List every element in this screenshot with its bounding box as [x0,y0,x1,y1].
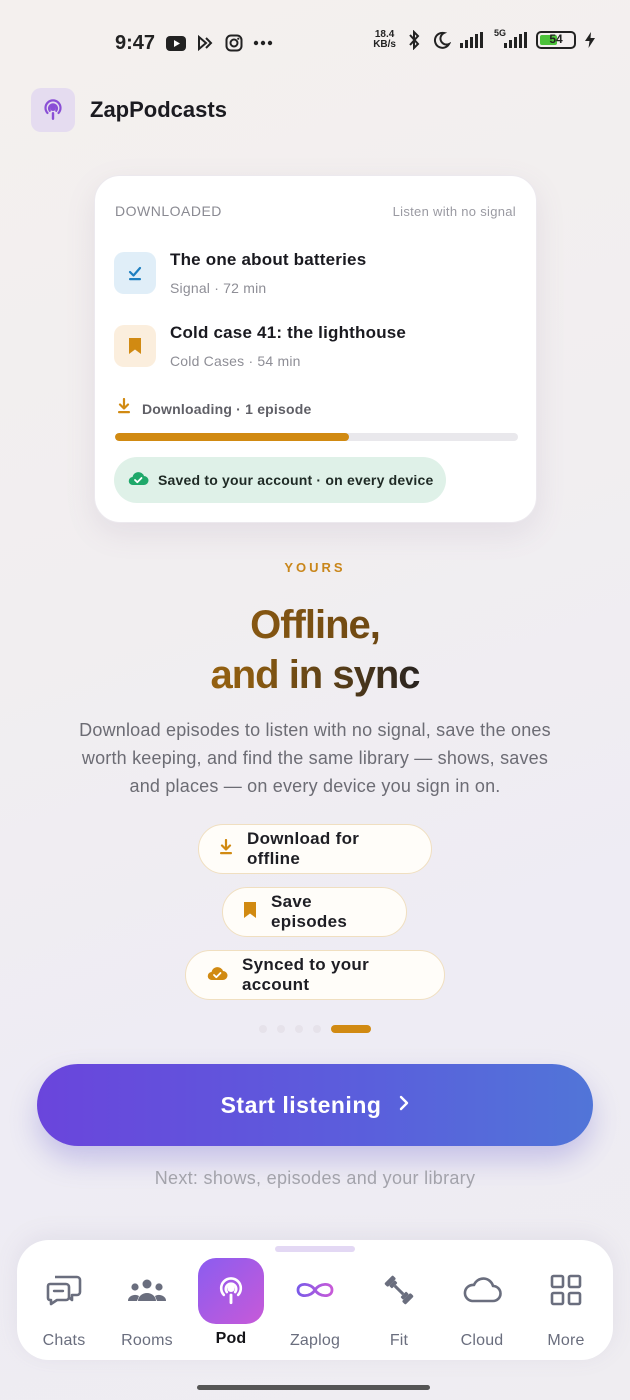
podcast-icon [198,1258,264,1324]
page-dot[interactable] [259,1025,267,1033]
episode-title: Cold case 41: the lighthouse [170,323,407,342]
episode-item: The one about batteries Signal · 72 min [114,250,366,296]
chip-label: Download for offline [247,829,360,868]
bookmark-icon [243,901,257,924]
chip-label: Save episodes [271,892,348,931]
battery-icon: 54 [536,31,576,49]
downloads-preview-card: DOWNLOADED Listen with no signal The one… [94,175,537,523]
status-app-icons [166,33,273,53]
page-dot[interactable] [277,1025,285,1033]
bottom-navigation: Chats Rooms Pod Zaplog Fit Cloud More [17,1240,613,1360]
app-header: ZapPodcasts [31,88,227,132]
speed-unit: KB/s [373,39,396,50]
cloud-check-icon [206,965,228,986]
start-listening-label: Start listening [220,1091,382,1118]
headline: Offline, and in sync [0,600,630,700]
bookmark-icon [114,325,156,367]
nav-item-more[interactable]: More [524,1260,608,1350]
people-icon [117,1260,177,1320]
status-time: 9:47 [115,32,156,54]
nav-label: Zaplog [289,1332,341,1349]
page-indicator [0,1025,630,1033]
status-system-icons: 18.4 KB/s 5G 54 [373,28,596,50]
feature-chip-save: Save episodes [222,887,407,937]
battery-level: 54 [549,32,563,46]
card-label: DOWNLOADED [115,203,222,219]
page-dot[interactable] [313,1025,321,1033]
gesture-bar [197,1385,430,1390]
signal-icon [460,30,486,50]
status-bar: 9:47 18.4 KB/s 5G 54 [0,0,630,88]
feature-chip-sync: Synced to your account [185,950,445,1000]
card-sublabel: Listen with no signal [392,203,516,219]
nav-item-cloud[interactable]: Cloud [440,1260,524,1350]
nav-label: More [547,1332,585,1349]
instagram-icon [224,33,244,53]
headline-line-2: and in sync [0,650,630,700]
download-status: Downloading · 1 episode [117,397,312,419]
nav-label: Pod [215,1330,247,1347]
more-dots-icon [253,33,273,53]
cloud-icon [452,1260,512,1320]
chevron-right-icon [399,1095,409,1116]
description: Download episodes to listen with no sign… [79,720,551,796]
moon-icon [432,30,452,50]
nav-item-zaplog[interactable]: Zaplog [273,1260,357,1350]
youtube-icon [166,33,186,53]
app-icon [195,33,215,53]
dumbbell-icon [369,1260,429,1320]
cloud-check-icon [127,470,149,491]
nav-item-fit[interactable]: Fit [357,1260,441,1350]
app-title: ZapPodcasts [90,97,227,122]
start-listening-button[interactable]: Start listening [37,1064,593,1146]
download-icon [219,838,233,860]
page-dot-active[interactable] [331,1025,371,1033]
nav-label: Chats [42,1332,86,1349]
next-hint: Next: shows, episodes and your library [154,1168,476,1188]
check-download-icon [114,252,156,294]
grid-icon [536,1260,596,1320]
infinity-icon [285,1260,345,1320]
nav-item-rooms[interactable]: Rooms [105,1260,189,1350]
charging-icon [584,30,596,50]
card-header: DOWNLOADED Listen with no signal [115,203,516,219]
episode-title: The one about batteries [170,250,367,269]
section-kicker: YOURS [284,560,346,575]
episode-meta: Signal · 72 min [170,280,267,296]
podcast-icon [31,88,75,132]
nav-label: Cloud [460,1332,504,1349]
chat-icon [34,1260,94,1320]
network-type: 5G [494,28,507,38]
nav-label: Rooms [121,1332,173,1349]
sync-status-badge: Saved to your account · on every device [114,457,447,503]
episode-item: Cold case 41: the lighthouse Cold Cases … [114,323,406,369]
signal-5g-icon: 5G [494,28,528,50]
chip-label: Synced to your account [242,955,370,994]
nav-item-chats[interactable]: Chats [22,1260,106,1350]
bluetooth-icon [404,30,424,50]
feature-chip-download: Download for offline [198,824,432,874]
download-status-text: Downloading · 1 episode [142,400,312,417]
nav-label: Fit [389,1332,409,1349]
headline-line-1: Offline, [0,600,630,650]
episode-meta: Cold Cases · 54 min [170,353,301,369]
download-progress-fill [115,433,349,441]
sync-status-text: Saved to your account · on every device [158,472,434,488]
download-progress-bar [115,433,518,441]
network-speed: 18.4 KB/s [373,30,396,50]
page-dot[interactable] [295,1025,303,1033]
download-icon [117,397,131,419]
nav-handle [275,1246,355,1252]
nav-item-pod[interactable]: Pod [189,1258,273,1350]
